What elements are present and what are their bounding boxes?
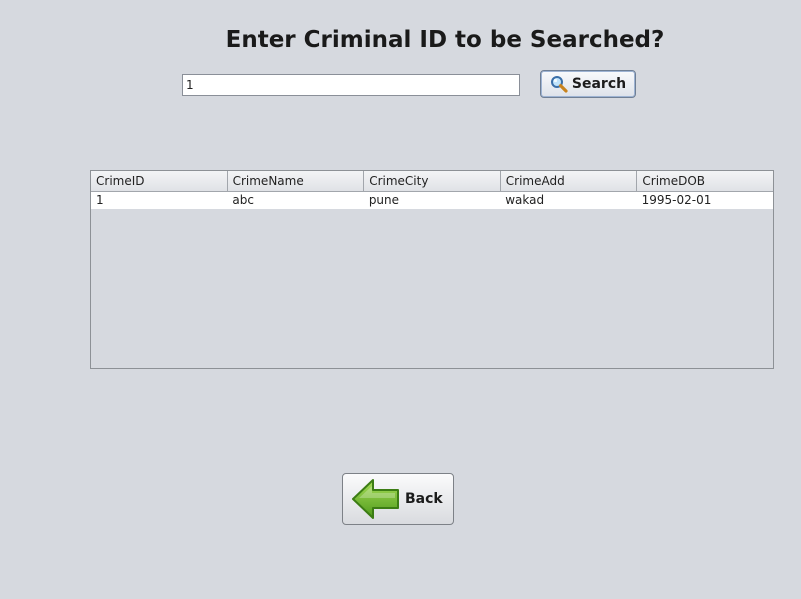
- column-header-crimename[interactable]: CrimeName: [228, 171, 365, 191]
- column-header-crimedob[interactable]: CrimeDOB: [637, 171, 773, 191]
- column-header-crimecity[interactable]: CrimeCity: [364, 171, 501, 191]
- page-title: Enter Criminal ID to be Searched?: [225, 27, 665, 53]
- table-row[interactable]: 1 abc pune wakad 1995-02-01: [91, 192, 773, 209]
- search-button-label: Search: [571, 76, 627, 92]
- results-table[interactable]: CrimeID CrimeName CrimeCity CrimeAdd Cri…: [90, 170, 774, 369]
- cell-crimename[interactable]: abc: [227, 192, 363, 209]
- back-button[interactable]: Back: [342, 473, 454, 525]
- cell-crimecity[interactable]: pune: [364, 192, 500, 209]
- column-header-crimeadd[interactable]: CrimeAdd: [501, 171, 638, 191]
- cell-crimeadd[interactable]: wakad: [500, 192, 636, 209]
- table-header: CrimeID CrimeName CrimeCity CrimeAdd Cri…: [91, 171, 773, 192]
- magnifier-icon: [550, 75, 568, 93]
- cell-crimeid[interactable]: 1: [91, 192, 227, 209]
- search-button[interactable]: Search: [540, 70, 636, 98]
- cell-crimedob[interactable]: 1995-02-01: [637, 192, 773, 209]
- back-arrow-icon: [351, 476, 401, 522]
- column-header-crimeid[interactable]: CrimeID: [91, 171, 228, 191]
- criminal-id-input[interactable]: [182, 74, 520, 96]
- back-button-label: Back: [405, 491, 443, 507]
